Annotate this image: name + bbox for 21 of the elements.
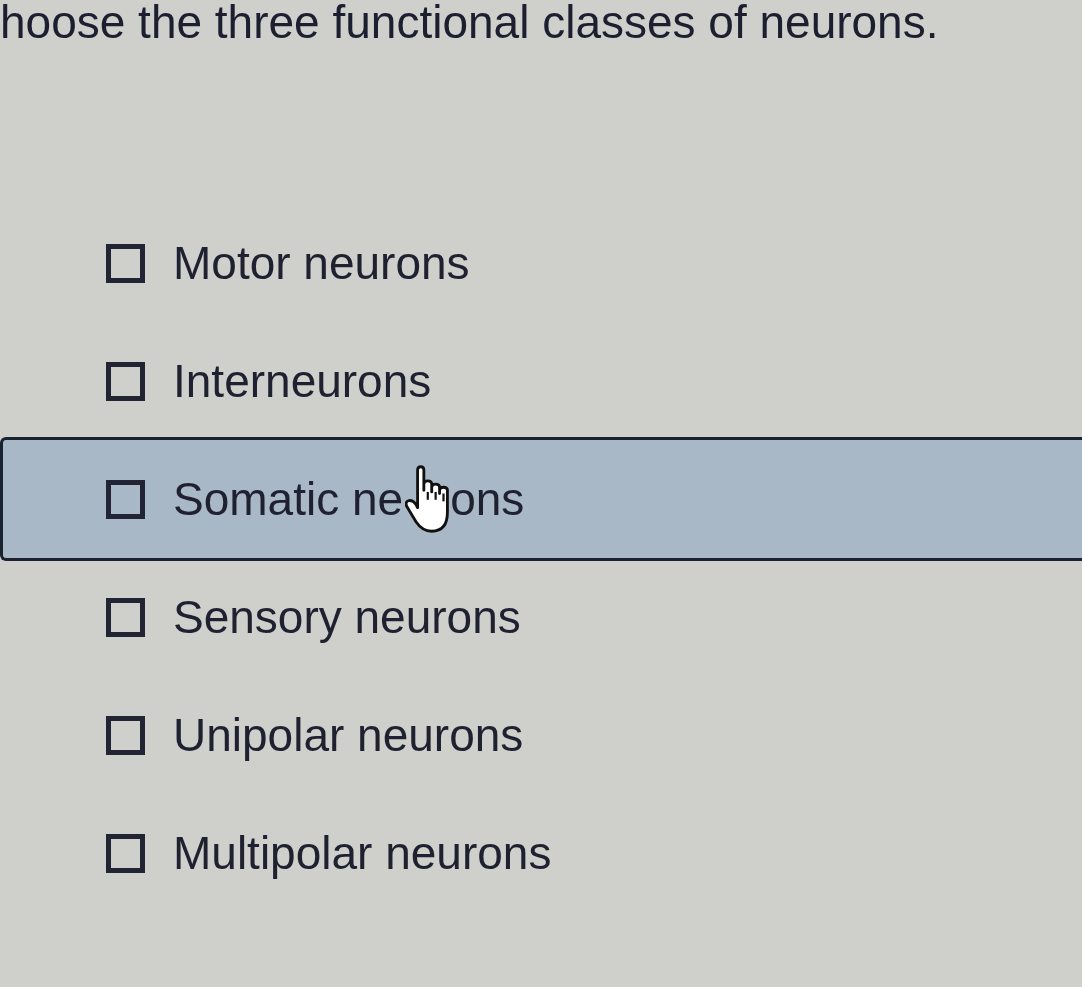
answer-option[interactable]: Motor neurons bbox=[0, 204, 1082, 322]
option-label: ons bbox=[450, 473, 525, 525]
option-label: Unipolar neurons bbox=[173, 709, 524, 761]
answer-option[interactable]: Somatic ne ons bbox=[0, 437, 1082, 561]
option-label: Somatic ne bbox=[173, 473, 404, 525]
option-label: Multipolar neurons bbox=[173, 827, 552, 879]
option-label: Interneurons bbox=[173, 355, 432, 407]
checkbox[interactable] bbox=[106, 479, 145, 519]
checkbox[interactable] bbox=[106, 361, 145, 401]
checkbox[interactable] bbox=[106, 833, 145, 873]
checkbox[interactable] bbox=[106, 715, 145, 755]
checkbox[interactable] bbox=[106, 597, 145, 637]
answer-option[interactable]: Unipolar neurons bbox=[0, 676, 1082, 794]
hand-cursor-icon bbox=[405, 465, 450, 533]
answer-option[interactable]: Sensory neurons bbox=[0, 558, 1082, 676]
question-text: hoose the three functional classes of neurons. bbox=[0, 0, 939, 48]
answer-option[interactable]: Multipolar neurons bbox=[0, 794, 1082, 912]
option-label: Motor neurons bbox=[173, 237, 470, 289]
option-label: Sensory neurons bbox=[173, 591, 521, 643]
checkbox[interactable] bbox=[106, 243, 145, 283]
answer-option[interactable]: Interneurons bbox=[0, 322, 1082, 440]
